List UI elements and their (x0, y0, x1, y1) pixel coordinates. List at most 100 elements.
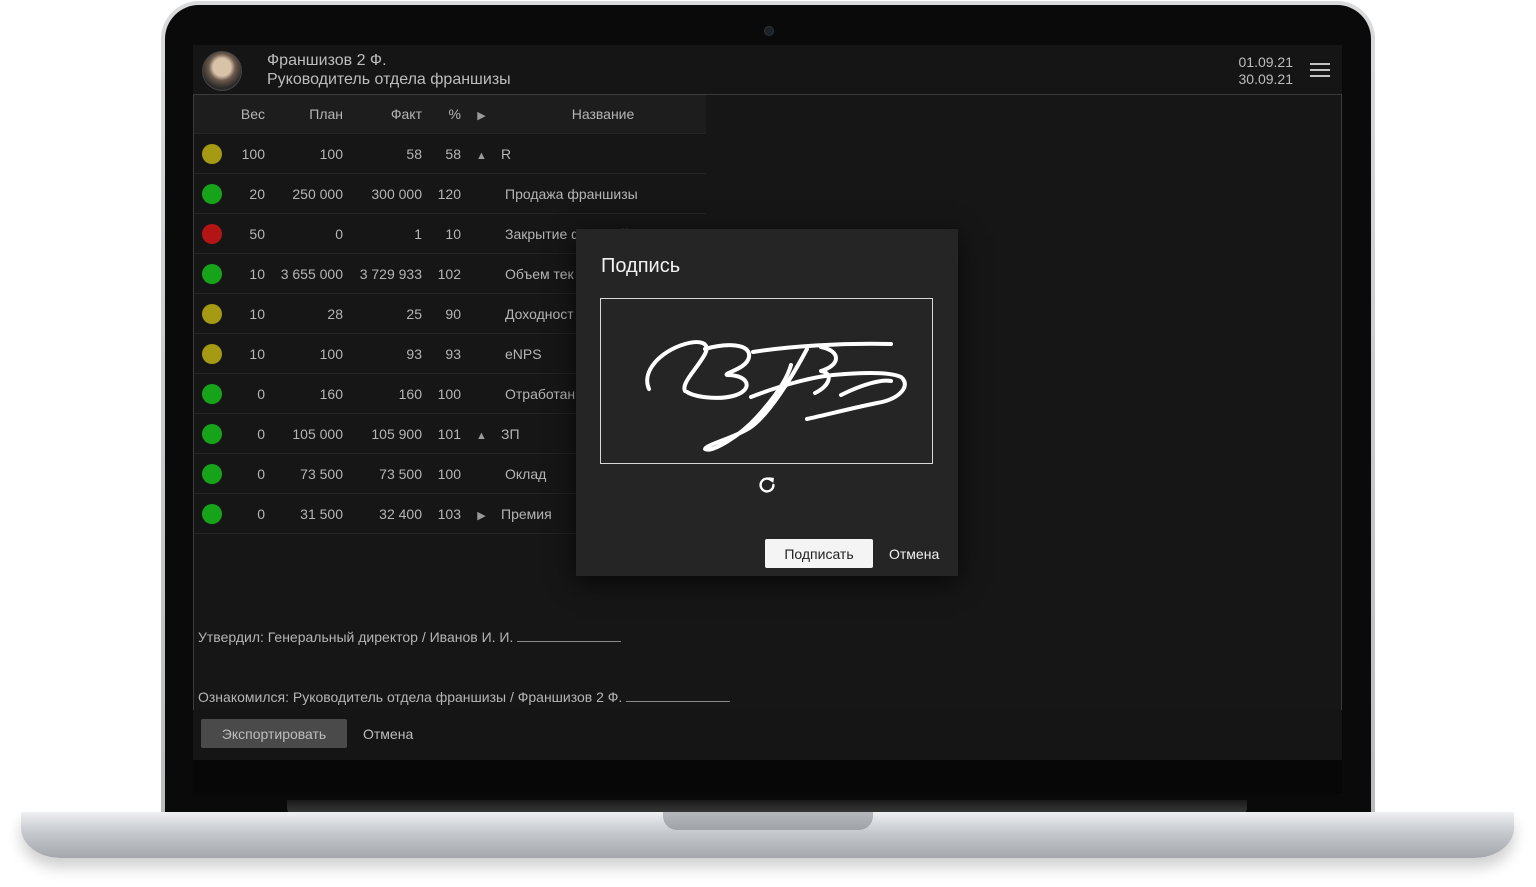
expand-cell (462, 333, 501, 374)
status-green-icon (202, 263, 222, 284)
table-row[interactable]: 20 250 000 300 000 120 Продажа франшизы (194, 173, 706, 214)
status-red-icon (202, 223, 222, 244)
approved-by: Утвердил: Генеральный директор / Иванов … (198, 629, 622, 645)
status-yellow-icon (202, 303, 222, 324)
status-green-icon (202, 503, 222, 524)
fact-cell: 73 500 (344, 453, 423, 494)
acknowledged-by: Ознакомился: Руководитель отдела франшиз… (198, 689, 731, 705)
name-column-header[interactable]: Название (501, 95, 706, 134)
weight-cell: 100 (230, 133, 265, 174)
refresh-icon[interactable] (756, 474, 778, 496)
expand-cell (462, 373, 501, 414)
weight-cell: 0 (230, 453, 265, 494)
name-cell: R (501, 133, 706, 174)
dialog-cancel-button[interactable]: Отмена (889, 546, 939, 562)
percent-column-header[interactable]: % (423, 95, 462, 134)
acknowledged-by-text: Ознакомился: Руководитель отдела франшиз… (198, 689, 623, 705)
period-start-date: 01.09.21 (1238, 54, 1294, 70)
status-cell (194, 213, 230, 254)
fact-cell: 25 (344, 293, 423, 334)
sign-button[interactable]: Подписать (765, 539, 873, 568)
name-cell: Продажа франшизы (501, 173, 706, 214)
table-row[interactable]: 100 100 58 58 ▲ R (194, 133, 706, 174)
weight-column-header[interactable]: Вес (230, 95, 265, 134)
status-cell (194, 493, 230, 534)
fact-cell: 160 (344, 373, 423, 414)
fact-cell: 105 900 (344, 413, 423, 454)
expand-all-icon[interactable]: ▶ (462, 95, 501, 134)
status-cell (194, 453, 230, 494)
fact-column-header[interactable]: Факт (344, 95, 423, 134)
signature-line (517, 630, 622, 642)
plan-cell: 250 000 (265, 173, 344, 214)
plan-cell: 28 (265, 293, 344, 334)
hamburger-menu-icon[interactable] (1310, 63, 1330, 77)
app-header: Франшизов 2 Ф. Руководитель отдела франш… (193, 45, 1342, 95)
expand-cell: ▲ (462, 133, 501, 174)
plan-cell: 100 (265, 333, 344, 374)
status-cell (194, 333, 230, 374)
fact-cell: 300 000 (344, 173, 423, 214)
export-button[interactable]: Экспортировать (201, 719, 347, 748)
approved-by-text: Утвердил: Генеральный директор / Иванов … (198, 629, 514, 645)
plan-cell: 31 500 (265, 493, 344, 534)
bezel-bottom (193, 760, 1342, 794)
percent-cell: 101 (423, 413, 462, 454)
app-screen: Франшизов 2 Ф. Руководитель отдела франш… (193, 45, 1342, 760)
percent-cell: 102 (423, 253, 462, 294)
user-role: Руководитель отдела франшизы (267, 71, 511, 88)
camera-icon (764, 26, 774, 36)
weight-cell: 0 (230, 493, 265, 534)
plan-column-header[interactable]: План (265, 95, 344, 134)
fact-cell: 3 729 933 (344, 253, 423, 294)
expand-arrow-icon[interactable]: ▶ (477, 510, 485, 522)
weight-cell: 20 (230, 173, 265, 214)
expand-cell: ▶ (462, 493, 501, 534)
weight-cell: 10 (230, 333, 265, 374)
percent-cell: 10 (423, 213, 462, 254)
fact-cell: 58 (344, 133, 423, 174)
fact-cell: 1 (344, 213, 423, 254)
handwritten-signature (645, 340, 907, 452)
status-column-header (194, 95, 230, 134)
percent-cell: 93 (423, 333, 462, 374)
status-cell (194, 253, 230, 294)
signature-pad[interactable] (600, 298, 933, 464)
signature-line (626, 690, 731, 702)
status-cell (194, 293, 230, 334)
expand-cell (462, 293, 501, 334)
status-cell (194, 133, 230, 174)
laptop-notch (663, 812, 873, 830)
collapse-arrow-icon[interactable]: ▲ (476, 430, 487, 442)
plan-cell: 0 (265, 213, 344, 254)
status-green-icon (202, 463, 222, 484)
status-green-icon (202, 423, 222, 444)
app-footer: Экспортировать Отмена (193, 710, 1342, 760)
expand-cell (462, 173, 501, 214)
plan-cell: 105 000 (265, 413, 344, 454)
percent-cell: 58 (423, 133, 462, 174)
weight-cell: 10 (230, 253, 265, 294)
percent-cell: 100 (423, 373, 462, 414)
weight-cell: 50 (230, 213, 265, 254)
user-name: Франшизов 2 Ф. (267, 52, 387, 69)
percent-cell: 100 (423, 453, 462, 494)
expand-cell (462, 253, 501, 294)
avatar (202, 51, 242, 91)
status-cell (194, 373, 230, 414)
period-end-date: 30.09.21 (1238, 71, 1294, 87)
percent-cell: 120 (423, 173, 462, 214)
collapse-arrow-icon[interactable]: ▲ (476, 150, 487, 162)
expand-cell (462, 453, 501, 494)
status-green-icon (202, 183, 222, 204)
percent-cell: 90 (423, 293, 462, 334)
weight-cell: 0 (230, 373, 265, 414)
expand-cell: ▲ (462, 413, 501, 454)
status-green-icon (202, 383, 222, 404)
status-cell (194, 413, 230, 454)
fact-cell: 93 (344, 333, 423, 374)
cancel-link[interactable]: Отмена (363, 726, 413, 742)
table-header-row: Вес План Факт % ▶ Название (194, 95, 706, 134)
percent-cell: 103 (423, 493, 462, 534)
plan-cell: 100 (265, 133, 344, 174)
